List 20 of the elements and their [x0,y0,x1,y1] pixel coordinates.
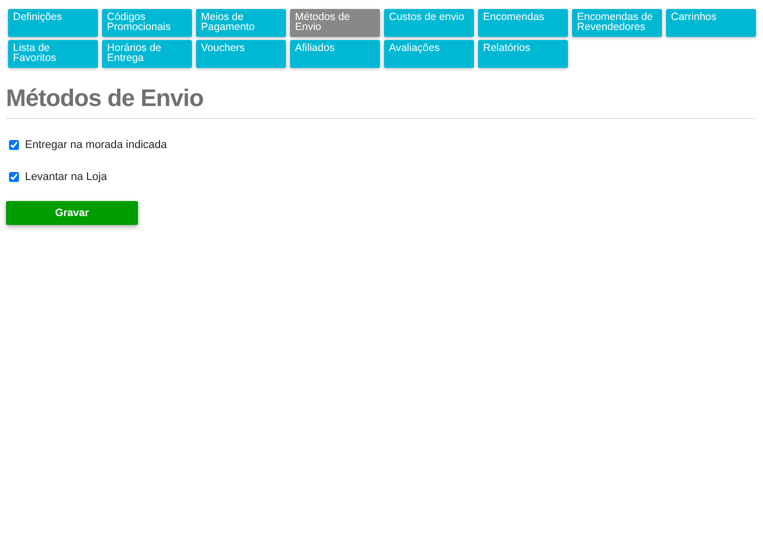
nav-tab[interactable]: Definições [8,9,98,37]
save-button[interactable]: Gravar [6,201,138,225]
nav-tab[interactable]: Afiliados [290,40,380,68]
checkbox[interactable] [9,140,19,150]
checkbox-label: Entregar na morada indicada [25,138,167,150]
nav-tab[interactable]: Lista de Favoritos [8,40,98,68]
nav-tab[interactable]: Carrinhos [666,9,756,37]
nav-tab[interactable]: Custos de envio [384,9,474,37]
checkbox[interactable] [9,172,19,182]
nav-tab[interactable]: Meios de Pagamento [196,9,286,37]
page-title: Métodos de Envio [6,85,755,119]
nav-tab[interactable]: Vouchers [196,40,286,68]
nav-tab[interactable]: Códigos Promocionais [102,9,192,37]
nav-tab[interactable]: Avaliações [384,40,474,68]
nav-tab[interactable]: Relatórios [478,40,568,68]
nav-tab[interactable]: Métodos de Envio [290,9,380,37]
checkbox-label: Levantar na Loja [25,170,107,182]
nav-tab[interactable]: Encomendas de Revendedores [572,9,662,37]
nav-tab[interactable]: Horários de Entrega [102,40,192,68]
nav-tab[interactable]: Encomendas [478,9,568,37]
